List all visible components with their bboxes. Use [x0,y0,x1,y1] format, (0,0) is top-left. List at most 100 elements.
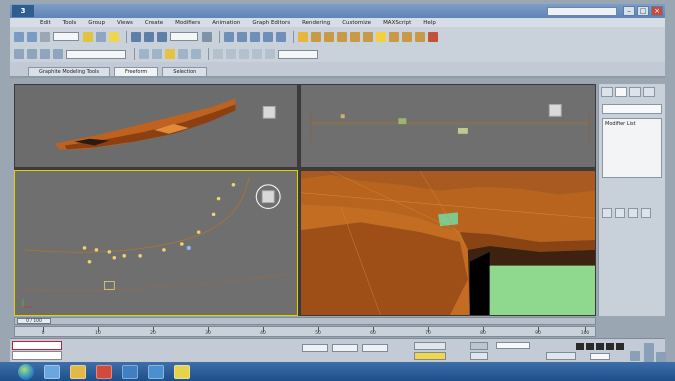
tab-selection[interactable]: Selection [162,67,208,76]
render-iterative-icon[interactable] [402,31,412,42]
modify-tab-icon[interactable] [615,87,627,97]
extras-icon[interactable] [213,49,223,59]
tab-graphite-modeling[interactable]: Graphite Modeling Tools [28,67,111,76]
app-icon[interactable] [122,364,138,379]
motion-icon[interactable] [53,49,63,59]
material-editor-icon[interactable] [350,31,360,42]
rendered-frame-icon[interactable] [376,31,386,42]
create-icon[interactable] [14,49,24,59]
layer-add-icon[interactable] [152,49,162,59]
modify-icon[interactable] [27,49,37,59]
undo-icon[interactable] [14,31,24,42]
internet-explorer-icon[interactable] [44,364,60,379]
hierarchy-tab-icon[interactable] [629,87,641,97]
redo-icon[interactable] [27,31,37,42]
hierarchy-icon[interactable] [40,49,50,59]
layer-icon[interactable] [139,49,149,59]
layer-select-icon[interactable] [178,49,188,59]
menu-maxscript[interactable]: MAXScript [377,20,417,26]
menu-tools[interactable]: Tools [57,20,83,26]
modifier-list[interactable]: Modifier List [602,118,662,178]
highlight-layer-icon[interactable] [165,49,175,59]
spacing-tool-icon[interactable] [252,49,262,59]
maxscript-mini-field[interactable] [12,351,62,360]
layer-hide-icon[interactable] [191,49,201,59]
current-frame-field[interactable] [590,353,610,360]
media-player-icon[interactable] [96,364,112,379]
x-coordinate-field[interactable] [302,344,328,352]
link-icon[interactable] [40,31,50,42]
menu-modifiers[interactable]: Modifiers [169,20,206,26]
box-object[interactable] [489,265,595,315]
render-setup-icon[interactable] [363,31,373,42]
selection-filter-dropdown[interactable] [53,32,79,41]
go-to-start-icon[interactable] [576,343,584,350]
show-end-result-icon[interactable] [615,208,625,218]
teapot-render-icon[interactable] [428,31,438,42]
z-coordinate-field[interactable] [362,344,388,352]
mirror-icon[interactable] [263,31,273,42]
orbit-icon[interactable] [656,352,666,362]
make-unique-icon[interactable] [628,208,638,218]
menu-graph-editors[interactable]: Graph Editors [246,20,296,26]
menu-group[interactable]: Group [82,20,111,26]
render-production-icon[interactable] [389,31,399,42]
rotate-icon[interactable] [144,31,154,42]
previous-frame-icon[interactable] [586,343,594,350]
menu-views[interactable]: Views [111,20,139,26]
folder-taskbar-icon[interactable] [174,364,190,379]
3dsmax-taskbar-icon[interactable] [148,364,164,379]
pivot-icon[interactable] [202,31,212,42]
curve-editor-icon[interactable] [324,31,334,42]
scale-icon[interactable] [157,31,167,42]
app-logo-icon[interactable]: 3 [12,5,34,17]
snapshot-icon[interactable] [239,49,249,59]
time-slider-track[interactable]: 0 / 100 [14,317,596,325]
menu-create[interactable]: Create [139,20,169,26]
selected-dropdown[interactable] [496,342,530,349]
key-filters-button[interactable] [546,352,576,360]
pan-icon[interactable] [644,352,654,362]
go-to-end-icon[interactable] [616,343,624,350]
graphite-toggle-icon[interactable] [311,31,321,42]
select-by-name-icon[interactable] [96,31,106,42]
y-coordinate-field[interactable] [332,344,358,352]
array-icon[interactable] [226,49,236,59]
play-icon[interactable] [596,343,604,350]
menu-rendering[interactable]: Rendering [296,20,336,26]
select-object-icon[interactable] [83,31,93,42]
start-button[interactable] [18,363,34,380]
render-active-shade-icon[interactable] [415,31,425,42]
close-button[interactable]: × [651,6,663,16]
menu-edit[interactable]: Edit [34,20,57,26]
layer-manager-icon[interactable] [298,31,308,42]
viewport-top-left[interactable] [14,84,298,168]
modifier-list-label[interactable]: Modifier List [605,121,636,127]
time-slider[interactable]: 0 / 100 [17,318,51,324]
search-field[interactable] [547,6,617,16]
reference-coordinate-dropdown[interactable] [170,32,198,41]
menu-help[interactable]: Help [417,20,442,26]
maximize-button[interactable]: □ [637,6,649,16]
schematic-view-icon[interactable] [337,31,347,42]
tab-freeform[interactable]: Freeform [114,67,159,76]
motion-tab-icon[interactable] [643,87,655,97]
auto-key-button[interactable] [470,342,488,350]
menu-customize[interactable]: Customize [336,20,377,26]
trackbar[interactable]: 0 10 20 30 40 50 60 70 80 90 100 [14,326,596,337]
add-time-tag-button[interactable] [414,352,446,360]
minimize-button[interactable]: – [623,6,635,16]
named-selection-dropdown[interactable] [278,49,318,59]
pin-stack-icon[interactable] [602,208,612,218]
angle-snap-icon[interactable] [237,31,247,42]
layer-dropdown[interactable] [66,49,126,59]
next-frame-icon[interactable] [606,343,614,350]
rectangular-selection-icon[interactable] [109,31,119,42]
file-explorer-icon[interactable] [70,364,86,379]
remove-modifier-icon[interactable] [641,208,651,218]
set-key-button[interactable] [470,352,488,360]
viewport-bottom-left[interactable] [14,170,298,316]
percent-snap-icon[interactable] [250,31,260,42]
move-icon[interactable] [131,31,141,42]
time-config-icon[interactable] [630,351,640,361]
